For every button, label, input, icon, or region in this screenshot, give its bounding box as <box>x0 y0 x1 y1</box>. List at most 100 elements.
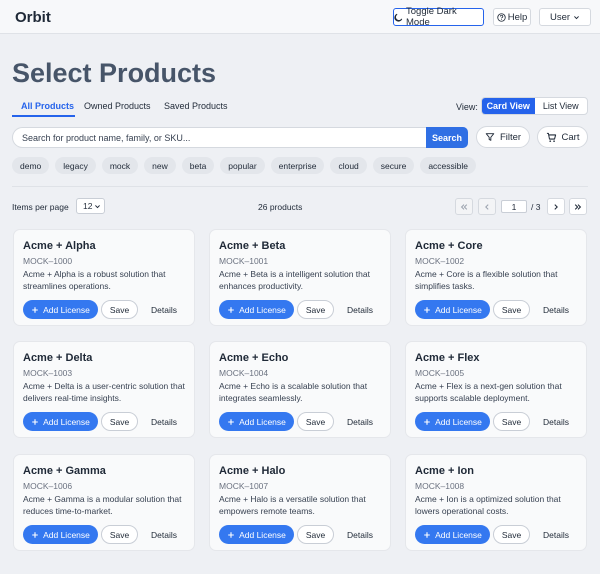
add-license-label: Add License <box>239 416 286 427</box>
double-chevron-left-icon <box>460 203 468 211</box>
tag-chip[interactable]: popular <box>220 157 265 174</box>
view-toggle: Card View List View <box>481 97 588 115</box>
items-per-page-label: Items per page <box>12 202 69 212</box>
details-link[interactable]: Details <box>543 417 569 427</box>
add-license-button[interactable]: Add License <box>23 525 98 544</box>
add-license-label: Add License <box>43 416 90 427</box>
page-title: Select Products <box>12 58 217 88</box>
tag-chip[interactable]: new <box>144 157 176 174</box>
product-sku: MOCK–1000 <box>23 256 73 266</box>
tag-chip[interactable]: demo <box>12 157 50 174</box>
tag-chip[interactable]: beta <box>181 157 215 174</box>
help-button[interactable]: Help <box>493 8 531 26</box>
add-license-button[interactable]: Add License <box>23 412 98 431</box>
details-link[interactable]: Details <box>347 417 373 427</box>
product-description: Acme + Halo is a versatile solution that… <box>219 494 366 516</box>
question-icon <box>497 12 506 22</box>
save-button[interactable]: Save <box>493 412 530 431</box>
tag-chip[interactable]: mock <box>101 157 139 174</box>
save-button[interactable]: Save <box>493 300 530 319</box>
product-description: Acme + Gamma is a modular solution that … <box>23 494 182 516</box>
brand-logo[interactable]: Orbit <box>15 9 51 26</box>
product-name: Acme + Gamma <box>23 465 106 477</box>
save-button[interactable]: Save <box>297 300 334 319</box>
user-label: User <box>549 11 571 23</box>
filter-button[interactable]: Filter <box>476 126 530 148</box>
details-link[interactable]: Details <box>151 305 177 315</box>
card-view-button[interactable]: Card View <box>482 98 535 114</box>
tag-chip[interactable]: legacy <box>55 157 96 174</box>
prev-page-button[interactable] <box>478 198 496 215</box>
first-page-button[interactable] <box>455 198 473 215</box>
tab-all-products[interactable]: All Products <box>21 101 74 111</box>
add-license-button[interactable]: Add License <box>219 300 294 319</box>
details-link[interactable]: Details <box>347 530 373 540</box>
tag-chip[interactable]: secure <box>372 157 415 174</box>
search-button[interactable]: Search <box>426 127 468 148</box>
chevron-right-icon <box>552 203 560 211</box>
toggle-dark-mode-button[interactable]: Toggle Dark Mode <box>393 6 484 28</box>
top-bar: Orbit Toggle Dark Mode Help User <box>0 0 600 34</box>
save-button[interactable]: Save <box>101 300 138 319</box>
add-license-button[interactable]: Add License <box>219 412 294 431</box>
help-label: Help <box>507 11 528 23</box>
search-input[interactable] <box>12 127 428 148</box>
plus-icon <box>227 306 235 314</box>
chevron-down-icon <box>94 203 101 210</box>
add-license-button[interactable]: Add License <box>415 525 490 544</box>
product-card: Acme + Flex MOCK–1005 Acme + Flex is a nex… <box>405 341 587 438</box>
product-description: Acme + Ion is a optimized solution that … <box>415 494 561 516</box>
details-link[interactable]: Details <box>543 530 569 540</box>
page-input[interactable]: 1 <box>501 200 527 213</box>
product-description: Acme + Beta is a intelligent solution th… <box>219 269 370 291</box>
save-button[interactable]: Save <box>297 525 334 544</box>
add-license-label: Add License <box>435 529 482 540</box>
save-button[interactable]: Save <box>101 525 138 544</box>
cart-label: Cart <box>561 131 580 143</box>
product-card: Acme + Delta MOCK–1003 Acme + Delta is a u… <box>13 341 195 438</box>
product-sku: MOCK–1003 <box>23 368 73 378</box>
product-description: Acme + Core is a flexible solution that … <box>415 269 558 291</box>
user-menu-button[interactable]: User <box>539 8 591 26</box>
save-button[interactable]: Save <box>297 412 334 431</box>
next-page-button[interactable] <box>547 198 565 215</box>
cart-button[interactable]: Cart <box>537 126 588 148</box>
add-license-button[interactable]: Add License <box>23 300 98 319</box>
double-chevron-right-icon <box>574 203 582 211</box>
plus-icon <box>423 306 431 314</box>
product-description: Acme + Echo is a scalable solution that … <box>219 381 368 403</box>
product-name: Acme + Halo <box>219 465 286 477</box>
product-sku: MOCK–1001 <box>219 256 269 266</box>
details-link[interactable]: Details <box>347 305 373 315</box>
add-license-button[interactable]: Add License <box>415 300 490 319</box>
product-sku: MOCK–1006 <box>23 481 73 491</box>
cart-icon <box>546 132 557 143</box>
add-license-button[interactable]: Add License <box>415 412 490 431</box>
items-per-page-select[interactable]: 12 <box>76 198 105 214</box>
add-license-button[interactable]: Add License <box>219 525 294 544</box>
list-view-button[interactable]: List View <box>535 98 588 114</box>
tab-saved-products[interactable]: Saved Products <box>164 101 228 111</box>
details-link[interactable]: Details <box>151 417 177 427</box>
details-link[interactable]: Details <box>151 530 177 540</box>
product-name: Acme + Core <box>415 240 483 252</box>
last-page-button[interactable] <box>569 198 587 215</box>
product-description: Acme + Delta is a user-centric solution … <box>23 381 185 403</box>
details-link[interactable]: Details <box>543 305 569 315</box>
tab-owned-products[interactable]: Owned Products <box>84 101 151 111</box>
tag-chip[interactable]: cloud <box>330 157 367 174</box>
product-card: Acme + Halo MOCK–1007 Acme + Halo is a ver… <box>209 454 391 551</box>
plus-icon <box>423 418 431 426</box>
save-button[interactable]: Save <box>493 525 530 544</box>
product-description: Acme + Alpha is a robust solution that s… <box>23 269 166 291</box>
chevron-down-icon <box>573 14 580 21</box>
add-license-label: Add License <box>435 416 482 427</box>
moon-icon <box>394 13 403 22</box>
tag-chip[interactable]: accessible <box>420 157 476 174</box>
product-description: Acme + Flex is a next-gen solution that … <box>415 381 562 403</box>
save-button[interactable]: Save <box>101 412 138 431</box>
product-card: Acme + Ion MOCK–1008 Acme + Ion is a optim… <box>405 454 587 551</box>
plus-icon <box>31 418 39 426</box>
tag-chip[interactable]: enterprise <box>270 157 325 174</box>
add-license-label: Add License <box>435 304 482 315</box>
